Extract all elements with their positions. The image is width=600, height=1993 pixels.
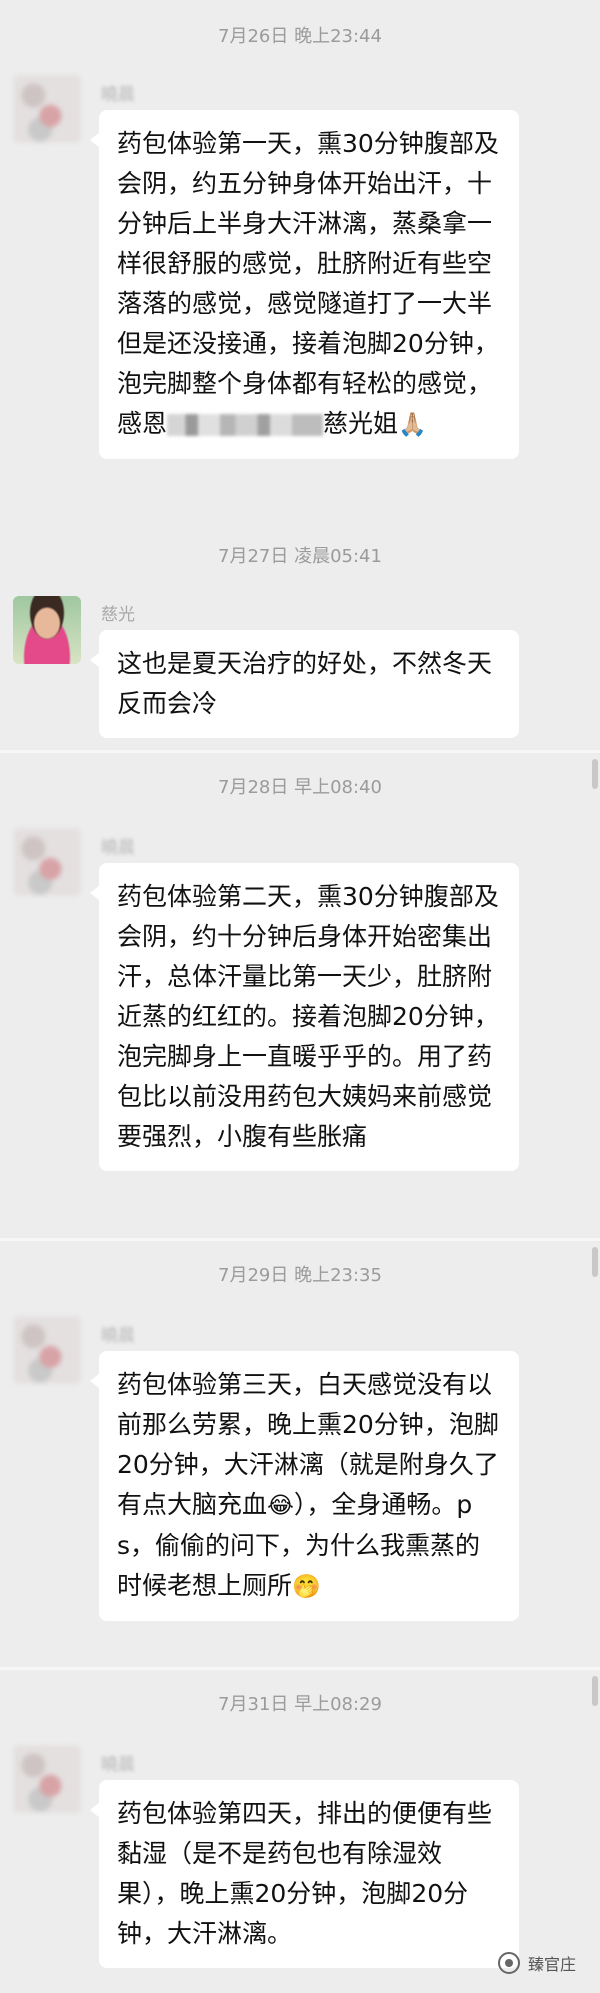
chat-panel-4: 7月29日 晚上23:35 曉晨 药包体验第三天，白天感觉没有以前那么劳累，晚上… xyxy=(0,1238,600,1667)
timestamp: 7月31日 早上08:29 xyxy=(218,1694,382,1715)
redacted-mosaic xyxy=(167,414,324,436)
watermark: 臻官庄 xyxy=(497,1951,576,1975)
laughing-tears-icon: 😂 xyxy=(267,1493,294,1519)
message-text: 药包体验第一天，熏30分钟腹部及会阴，约五分钟身体开始出汗，十分钟后上半身大汗淋… xyxy=(117,129,499,438)
wechat-official-account-icon xyxy=(497,1952,520,1974)
chat-panel-5: 7月31日 早上08:29 曉晨 药包体验第四天，排出的便便有些黏湿（是不是药包… xyxy=(0,1667,600,1993)
chat-panel-1: 7月26日 晚上23:44 曉晨 药包体验第一天，熏30分钟腹部及会阴，约五分钟… xyxy=(0,0,600,510)
sender-name: 曉晨 xyxy=(101,1326,135,1346)
timestamp: 7月26日 晚上23:44 xyxy=(218,26,382,47)
message-bubble[interactable]: 药包体验第二天，熏30分钟腹部及会阴，约十分钟后身体开始密集出汗，总体汗量比第一… xyxy=(90,863,519,1171)
chat-panel-3: 7月28日 早上08:40 曉晨 药包体验第二天，熏30分钟腹部及会阴，约十分钟… xyxy=(0,750,600,1238)
message-text: 药包体验第四天，排出的便便有些黏湿（是不是药包也有除湿效果），晚上熏20分钟，泡… xyxy=(117,1799,493,1948)
praying-hands-icon: 🙏🏼 xyxy=(398,412,427,438)
sender-name: 曉晨 xyxy=(101,1755,135,1775)
timestamp: 7月27日 凌晨05:41 xyxy=(218,546,382,567)
message-bubble[interactable]: 药包体验第三天，白天感觉没有以前那么劳累，晚上熏20分钟，泡脚20分钟，大汗淋漓… xyxy=(90,1351,519,1621)
message-text: 药包体验第二天，熏30分钟腹部及会阴，约十分钟后身体开始密集出汗，总体汗量比第一… xyxy=(117,882,499,1151)
hand-over-mouth-icon: 🤭 xyxy=(292,1574,321,1600)
timestamp: 7月29日 晚上23:35 xyxy=(218,1265,382,1286)
sender-name: 曉晨 xyxy=(101,85,135,105)
sender-name: 慈光 xyxy=(101,605,135,625)
message-text: 这也是夏天治疗的好处，不然冬天反而会冷 xyxy=(117,649,493,718)
timestamp: 7月28日 早上08:40 xyxy=(218,777,382,798)
avatar[interactable] xyxy=(13,828,81,896)
message-bubble[interactable]: 这也是夏天治疗的好处，不然冬天反而会冷 xyxy=(90,630,519,738)
message-bubble[interactable]: 药包体验第一天，熏30分钟腹部及会阴，约五分钟身体开始出汗，十分钟后上半身大汗淋… xyxy=(90,110,519,459)
sender-name: 曉晨 xyxy=(101,838,135,858)
avatar[interactable] xyxy=(13,1745,81,1813)
chat-panel-2: 7月27日 凌晨05:41 慈光 这也是夏天治疗的好处，不然冬天反而会冷 xyxy=(0,510,600,750)
message-text-tail: 慈光姐 xyxy=(323,409,399,438)
avatar[interactable] xyxy=(13,75,81,143)
message-bubble[interactable]: 药包体验第四天，排出的便便有些黏湿（是不是药包也有除湿效果），晚上熏20分钟，泡… xyxy=(90,1780,519,1968)
avatar[interactable] xyxy=(13,596,81,664)
avatar[interactable] xyxy=(13,1316,81,1384)
watermark-text: 臻官庄 xyxy=(527,1955,576,1974)
